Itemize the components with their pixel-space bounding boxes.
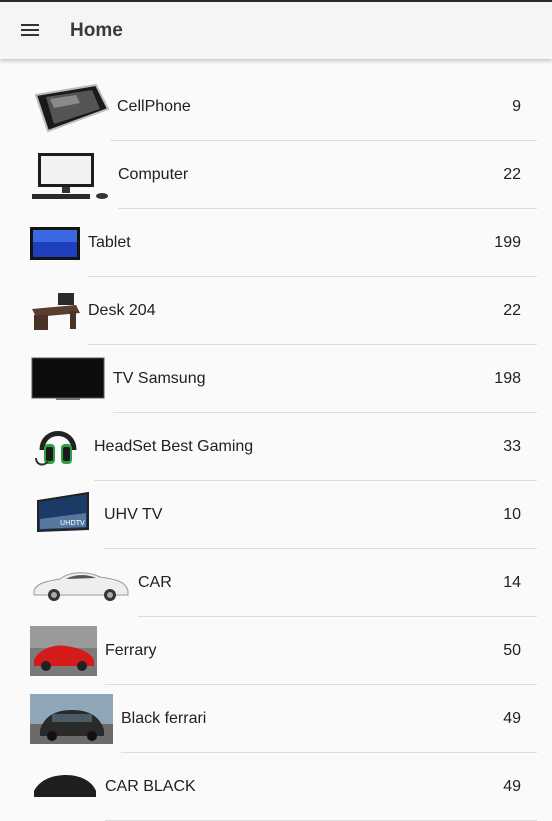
list-item[interactable]: CAR 14 xyxy=(0,549,552,617)
menu-button[interactable] xyxy=(14,14,46,46)
item-label: HeadSet Best Gaming xyxy=(94,438,254,455)
item-count: 198 xyxy=(494,370,521,387)
item-label: Ferrary xyxy=(105,642,157,659)
page-title: Home xyxy=(70,20,123,41)
desk-image xyxy=(30,291,80,331)
item-count: 49 xyxy=(503,778,521,795)
tv-image xyxy=(30,357,106,401)
black-car-image xyxy=(30,765,100,805)
tablet-image xyxy=(30,227,80,260)
uhd-tv-image: UHDTV xyxy=(30,491,96,539)
list-item[interactable]: UHDTV UHV TV 10 xyxy=(0,481,552,549)
computer-image xyxy=(30,151,112,201)
item-count: 50 xyxy=(503,642,521,659)
red-ferrari-image xyxy=(30,626,97,676)
item-label: UHV TV xyxy=(104,506,163,523)
item-label: TV Samsung xyxy=(113,370,206,387)
white-car-image xyxy=(30,565,132,605)
item-label: CellPhone xyxy=(117,98,191,115)
headset-image xyxy=(30,422,86,472)
item-count: 14 xyxy=(503,574,521,591)
list-item[interactable]: Desk 204 22 xyxy=(0,277,552,345)
item-count: 9 xyxy=(512,98,521,115)
item-count: 199 xyxy=(494,234,521,251)
list-item[interactable]: Tablet 199 xyxy=(0,209,552,277)
svg-text:UHDTV: UHDTV xyxy=(60,519,85,527)
app-toolbar: Home xyxy=(0,2,552,59)
list-item[interactable]: Ferrary 50 xyxy=(0,617,552,685)
item-count: 22 xyxy=(503,302,521,319)
item-label: Black ferrari xyxy=(121,710,207,727)
list-item[interactable]: HeadSet Best Gaming 33 xyxy=(0,413,552,481)
list-item[interactable]: CellPhone 9 xyxy=(0,73,552,141)
black-car-image xyxy=(30,694,113,744)
item-count: 22 xyxy=(503,166,521,183)
item-label: Computer xyxy=(118,166,189,183)
item-label: CAR xyxy=(138,574,172,591)
item-label: CAR BLACK xyxy=(105,778,196,795)
list-item[interactable]: Black ferrari 49 xyxy=(0,685,552,753)
list-item[interactable]: TV Samsung 198 xyxy=(0,345,552,413)
list-item[interactable]: Computer 22 xyxy=(0,141,552,209)
item-label: Desk 204 xyxy=(88,302,156,319)
item-label: Tablet xyxy=(88,234,131,251)
list-item[interactable]: CAR BLACK 49 xyxy=(0,753,552,821)
cellphone-image xyxy=(30,83,110,133)
item-count: 10 xyxy=(503,506,521,523)
item-count: 33 xyxy=(503,438,521,455)
product-list: CellPhone 9 Computer 22 Tablet 199 Desk … xyxy=(0,73,552,821)
item-count: 49 xyxy=(503,710,521,727)
